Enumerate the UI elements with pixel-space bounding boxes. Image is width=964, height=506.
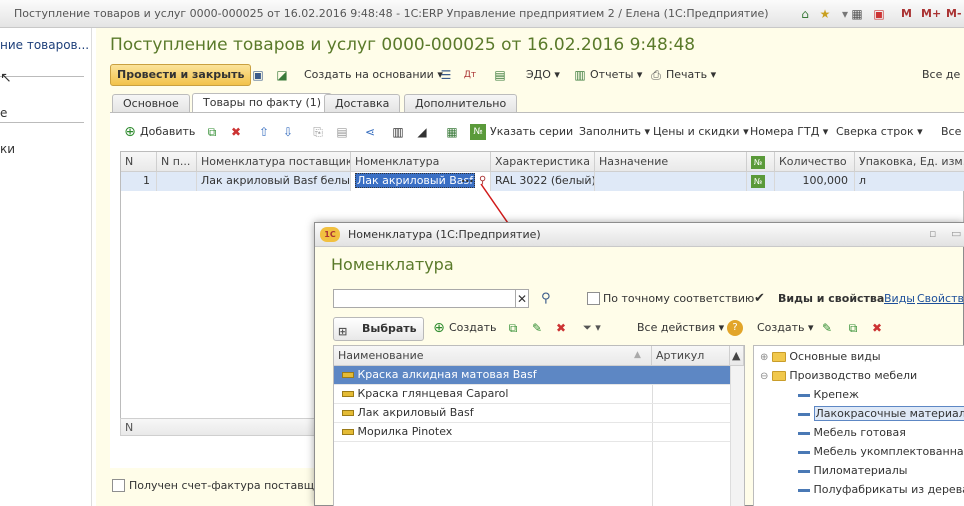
filter-menu[interactable]: ⏷ ▾ (583, 320, 601, 336)
kinds-link[interactable]: Виды (884, 292, 915, 305)
list-item-label: Морилка Pinotex (357, 425, 453, 438)
sort-icon[interactable]: ▲ (634, 350, 641, 360)
list-item[interactable]: Лак акриловый Basf (334, 404, 730, 423)
create-kind-menu[interactable]: Создать ▾ (757, 320, 814, 336)
tree-item-label: Мебель готовая (813, 426, 906, 439)
folder-icon (771, 352, 786, 362)
list-item-label: Краска алкидная матовая Basf (357, 368, 537, 381)
kind-icon (798, 412, 810, 416)
product-icon (342, 372, 354, 378)
tree-item-complete-furniture[interactable]: Мебель укомплектованная к (798, 443, 964, 462)
list-item-label: Лак акриловый Basf (357, 406, 474, 419)
dialog-title: Номенклатура (1С:Предприятие) (348, 228, 541, 241)
dialog-all-actions-menu[interactable]: Все действия ▾ (637, 320, 724, 336)
dialog-heading: Номенклатура (331, 255, 454, 274)
tree-item-label: Производство мебели (789, 369, 918, 382)
col-article[interactable]: Артикул (652, 346, 730, 366)
exact-match-checkbox[interactable] (587, 292, 600, 305)
clear-search-icon[interactable]: ✕ (515, 289, 529, 308)
tree-item-fasteners[interactable]: Крепеж (798, 386, 859, 405)
kinds-props-label: Виды и свойства (778, 292, 885, 305)
tree-item-lumber[interactable]: Пиломатериалы (798, 462, 907, 481)
select-button-label: Выбрать (362, 322, 417, 335)
tree-item-label: Лакокрасочные материалы (813, 406, 964, 421)
kind-edit-icon[interactable]: ✎ (819, 320, 835, 336)
nomenclature-dialog: 1С Номенклатура (1С:Предприятие) ▫ ▭ Ном… (314, 222, 964, 506)
search-input[interactable] (333, 289, 517, 308)
dialog-extra-icon[interactable]: ▫ (929, 227, 936, 240)
select-icon: ⊞ (338, 325, 348, 338)
create-kind-label: Создать (757, 321, 805, 334)
kind-icon (798, 450, 810, 454)
mark-delete-icon[interactable]: ✖ (553, 320, 569, 336)
list-scrollbar[interactable] (730, 366, 744, 506)
product-icon (342, 429, 354, 435)
list-item[interactable]: Морилка Pinotex (334, 423, 730, 442)
create-copy-icon[interactable]: ⧉ (505, 320, 521, 336)
select-button[interactable]: ⊞ Выбрать (333, 317, 424, 341)
kind-icon (798, 488, 810, 492)
kinds-props-checkbox[interactable]: ✔ (753, 292, 766, 305)
exact-match-label: По точному соответствию (603, 292, 755, 305)
expand-icon[interactable]: ⊕ (760, 352, 768, 363)
collapse-icon[interactable]: ⊖ (760, 371, 768, 382)
tree-item-ready-furniture[interactable]: Мебель готовая (798, 424, 906, 443)
tree-item-main-kinds[interactable]: ⊕ Основные виды (760, 348, 881, 367)
dialog-restore-icon[interactable]: ▭ (951, 227, 961, 240)
list-item[interactable]: Краска глянцевая Caparol (334, 385, 730, 404)
app-logo-icon: 1С (320, 227, 340, 242)
tree-item-furniture[interactable]: ⊖ Производство мебели (760, 367, 917, 386)
tree-item-label: Полуфабрикаты из дерева и (813, 483, 964, 496)
help-icon[interactable]: ? (727, 320, 743, 336)
properties-link[interactable]: Свойства (917, 292, 964, 305)
kind-icon (798, 393, 810, 397)
dialog-all-actions-label: Все действия (637, 321, 716, 334)
tree-item-label: Мебель укомплектованная к (813, 445, 964, 458)
create-button[interactable]: Создать (449, 320, 497, 336)
product-icon (342, 410, 354, 416)
tree-item-semi-finished[interactable]: Полуфабрикаты из дерева и (798, 481, 964, 500)
nomenclature-list[interactable]: Наименование ▲ Артикул ▲ Краска алкидная… (333, 345, 745, 506)
tree-item-label: Крепеж (813, 388, 859, 401)
list-scroll-top[interactable]: ▲ (730, 346, 744, 366)
kinds-tree[interactable]: ⊕ Основные виды ⊖ Производство мебели Кр… (753, 345, 964, 506)
kind-delete-icon[interactable]: ✖ (869, 320, 885, 336)
col-name[interactable]: Наименование (334, 346, 652, 366)
edit-icon[interactable]: ✎ (529, 320, 545, 336)
tree-item-paints[interactable]: Лакокрасочные материалы (798, 405, 964, 424)
list-item-label: Краска глянцевая Caparol (357, 387, 509, 400)
kind-icon (798, 431, 810, 435)
dialog-titlebar: 1С Номенклатура (1С:Предприятие) ▫ ▭ (315, 223, 964, 247)
create-icon: ⊕ (433, 320, 445, 336)
tree-item-label: Основные виды (789, 350, 881, 363)
kind-icon (798, 469, 810, 473)
list-item[interactable]: Краска алкидная матовая Basf (334, 366, 730, 385)
search-icon[interactable]: ⚲ (541, 291, 551, 306)
kind-copy-icon[interactable]: ⧉ (845, 320, 861, 336)
product-icon (342, 391, 354, 397)
folder-icon (771, 371, 786, 381)
tree-item-label: Пиломатериалы (813, 464, 908, 477)
